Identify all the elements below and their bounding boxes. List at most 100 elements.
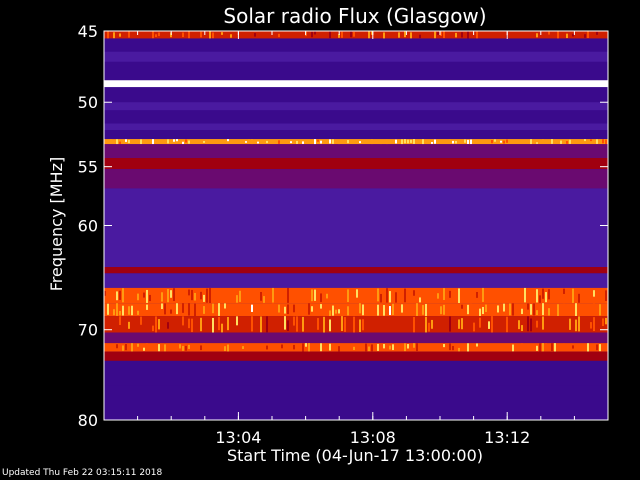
spectrum-texture	[251, 304, 253, 312]
spectrum-texture	[179, 344, 181, 349]
spectrum-texture	[587, 293, 589, 299]
spectrum-band	[104, 332, 608, 344]
spectrum-texture	[374, 318, 376, 333]
spectrum-texture	[365, 32, 367, 38]
spectrum-band	[104, 61, 608, 81]
spectrum-texture	[506, 139, 508, 143]
spectrum-texture	[353, 346, 355, 351]
spectrum-texture	[209, 287, 211, 304]
y-tick-label: 80	[78, 411, 98, 430]
spectrum-texture	[425, 31, 427, 39]
spectrum-texture	[320, 343, 322, 352]
spectrum-texture	[506, 307, 508, 316]
spectrum-texture	[188, 140, 190, 144]
spectrum-texture	[284, 306, 286, 314]
spectrum-texture	[572, 288, 574, 303]
spectrum-texture	[383, 32, 385, 39]
spectrum-texture	[329, 31, 331, 39]
spectrum-texture	[338, 288, 340, 303]
spectrum-texture	[293, 304, 295, 313]
spectrum-texture	[449, 290, 451, 298]
spectrum-texture	[416, 319, 418, 328]
spectrum-texture	[440, 306, 442, 315]
spectrum-texture	[449, 343, 451, 351]
spectrum-texture	[569, 139, 571, 144]
spectrum-texture	[428, 139, 430, 143]
spectrum-texture	[263, 296, 265, 303]
spectrum-texture	[512, 344, 514, 352]
spectrum-texture	[383, 343, 385, 349]
spectrum-texture	[449, 139, 451, 142]
spectrum-texture	[158, 319, 160, 330]
spectrum-texture	[437, 32, 439, 35]
spectrum-texture	[251, 316, 253, 332]
spectrum-texture	[335, 309, 337, 314]
spectrum-texture	[413, 290, 415, 296]
spectrum-texture	[173, 326, 175, 332]
spectrum-band	[104, 130, 608, 140]
spectrum-texture	[455, 140, 457, 144]
y-tick-label: 45	[78, 22, 98, 41]
spectrum-texture	[437, 293, 439, 299]
spectrum-texture	[287, 287, 289, 303]
spectrum-texture	[596, 31, 598, 35]
spectrum-texture	[314, 31, 316, 35]
x-tick-label: 13:08	[350, 428, 396, 447]
spectrum-texture	[119, 141, 121, 144]
spectrum-texture	[131, 31, 133, 39]
spectrum-texture	[275, 141, 277, 144]
spectrum-texture	[431, 141, 433, 144]
spectrum-texture	[122, 305, 124, 316]
spectrum-texture	[302, 343, 304, 352]
spectrum-texture	[452, 140, 454, 144]
spectrum-texture	[212, 303, 214, 314]
spectrum-texture	[380, 140, 382, 145]
spectrum-texture	[335, 33, 337, 39]
spectrum-band	[104, 51, 608, 62]
spectrum-texture	[476, 31, 478, 39]
spectrum-band	[104, 303, 608, 317]
spectrum-texture	[377, 304, 379, 316]
spectrum-texture	[107, 140, 109, 143]
spectrum-band	[104, 316, 608, 333]
spectrum-band	[104, 188, 608, 268]
spectrum-texture	[368, 31, 370, 39]
spectrum-texture	[302, 141, 304, 144]
spectrum-texture	[404, 31, 406, 38]
spectrum-texture	[413, 139, 415, 144]
spectrum-texture	[536, 142, 538, 144]
spectrum-texture	[230, 140, 232, 143]
spectrum-texture	[404, 306, 406, 312]
x-tick-label: 13:12	[484, 428, 530, 447]
spectrum-texture	[140, 139, 142, 145]
spectrum-texture	[422, 139, 424, 145]
spectrum-texture	[467, 31, 469, 39]
spectrum-texture	[215, 318, 217, 329]
spectrum-texture	[230, 34, 232, 38]
spectrum-texture	[569, 318, 571, 330]
spectrum-texture	[482, 324, 484, 331]
spectrum-texture	[200, 345, 202, 351]
spectrum-texture	[188, 344, 190, 349]
spectrum-texture	[167, 289, 169, 303]
spectrum-band	[104, 102, 608, 111]
spectrum-texture	[353, 32, 355, 37]
spectrum-texture	[527, 316, 529, 332]
spectrum-texture	[377, 288, 379, 302]
spectrum-texture	[521, 308, 523, 315]
spectrum-texture	[524, 307, 526, 315]
spectrum-texture	[425, 316, 427, 333]
plot-area	[104, 31, 608, 420]
spectrum-texture	[521, 343, 523, 350]
spectrum-texture	[254, 33, 256, 37]
spectrum-texture	[149, 294, 151, 302]
spectrum-texture	[551, 139, 553, 144]
spectrum-texture	[194, 303, 196, 316]
spectrum-band	[104, 31, 608, 39]
spectrum-texture	[221, 323, 223, 333]
spectrum-texture	[308, 303, 310, 315]
spectrum-texture	[347, 306, 349, 316]
spectrum-texture	[536, 345, 538, 351]
spectrum-texture	[347, 289, 349, 303]
spectrum-texture	[539, 295, 541, 303]
